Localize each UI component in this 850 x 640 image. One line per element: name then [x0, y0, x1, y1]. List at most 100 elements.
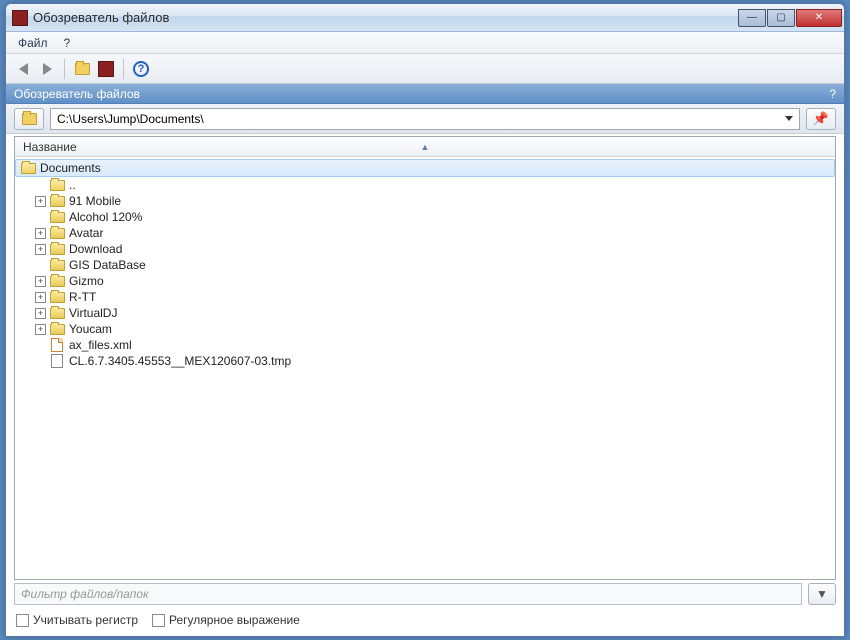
- tree-file[interactable]: CL.6.7.3405.45553__MEX120607-03.tmp: [15, 353, 835, 369]
- maximize-button[interactable]: ▢: [767, 9, 795, 27]
- folder-icon: [49, 258, 65, 272]
- folder-icon: [49, 290, 65, 304]
- file-tree: Documents ..+91 MobileAlcohol 120%+Avata…: [15, 157, 835, 579]
- tree-item-label: VirtualDJ: [69, 306, 117, 320]
- tree-item-label: CL.6.7.3405.45553__MEX120607-03.tmp: [69, 354, 291, 368]
- expander-icon[interactable]: +: [35, 228, 46, 239]
- tree-root-label: Documents: [40, 161, 101, 175]
- filter-button[interactable]: ▼: [808, 583, 836, 605]
- expander-icon: [35, 356, 46, 367]
- filter-options: Учитывать регистр Регулярное выражение: [14, 610, 836, 630]
- nav-forward-button[interactable]: [36, 58, 58, 80]
- expander-icon: [35, 180, 46, 191]
- panel-header: Обозреватель файлов ?: [6, 84, 844, 104]
- expander-icon: [35, 340, 46, 351]
- funnel-icon: ▼: [816, 587, 828, 601]
- toolbar: ?: [6, 54, 844, 84]
- app-tool-icon: [98, 61, 114, 77]
- tree-file[interactable]: ax_files.xml: [15, 337, 835, 353]
- folder-icon: [49, 274, 65, 288]
- folder-icon: [49, 210, 65, 224]
- sort-indicator-icon: ▲: [421, 142, 430, 152]
- filter-input[interactable]: Фильтр файлов/папок: [14, 583, 802, 605]
- case-label: Учитывать регистр: [33, 613, 138, 627]
- tree-folder[interactable]: Alcohol 120%: [15, 209, 835, 225]
- file-browser-window: Обозреватель файлов — ▢ ✕ Файл ? ? Обозр…: [5, 3, 845, 637]
- help-icon: ?: [133, 61, 149, 77]
- menu-help[interactable]: ?: [58, 34, 77, 52]
- tree-folder[interactable]: +91 Mobile: [15, 193, 835, 209]
- folder-icon: [49, 194, 65, 208]
- folder-icon: [49, 306, 65, 320]
- panel-title: Обозреватель файлов: [14, 87, 140, 101]
- tree-folder[interactable]: + Download: [15, 241, 835, 257]
- menu-file[interactable]: Файл: [12, 34, 54, 52]
- arrow-left-icon: [19, 63, 28, 75]
- tree-item-label: Alcohol 120%: [69, 210, 142, 224]
- expander-icon[interactable]: +: [35, 276, 46, 287]
- folder-icon: [49, 178, 65, 192]
- toolbar-separator: [64, 59, 65, 79]
- column-header-name[interactable]: Название ▲: [15, 137, 835, 157]
- folder-icon: [75, 63, 90, 75]
- checkbox-icon: [152, 614, 165, 627]
- column-header-label: Название: [23, 140, 77, 154]
- filter-bar: Фильтр файлов/папок ▼: [14, 582, 836, 606]
- pin-icon: 📌: [813, 111, 829, 127]
- folder-open-icon: [20, 161, 36, 175]
- toolbar-separator: [123, 59, 124, 79]
- expander-icon[interactable]: +: [35, 196, 46, 207]
- folder-icon: [49, 322, 65, 336]
- app-icon: [12, 10, 28, 26]
- expander-icon[interactable]: +: [35, 244, 46, 255]
- tree-item-label: ax_files.xml: [69, 338, 132, 352]
- expander-icon[interactable]: +: [35, 324, 46, 335]
- file-list-panel: Название ▲ Documents ..+91 MobileAlcohol…: [14, 136, 836, 580]
- tree-item-label: ..: [69, 178, 76, 192]
- expander-icon[interactable]: +: [35, 292, 46, 303]
- arrow-right-icon: [43, 63, 52, 75]
- nav-back-button[interactable]: [12, 58, 34, 80]
- tree-item-label: Download: [69, 242, 122, 256]
- window-title: Обозреватель файлов: [33, 10, 738, 25]
- tree-item-label: 91 Mobile: [69, 194, 121, 208]
- tree-folder[interactable]: + VirtualDJ: [15, 305, 835, 321]
- tree-item-label: Youcam: [69, 322, 112, 336]
- expander-icon: [35, 260, 46, 271]
- minimize-button[interactable]: —: [738, 9, 766, 27]
- file-icon: [49, 354, 65, 368]
- tree-folder[interactable]: + Youcam: [15, 321, 835, 337]
- open-folder-button[interactable]: [71, 58, 93, 80]
- expander-icon: [35, 212, 46, 223]
- expander-icon[interactable]: +: [35, 308, 46, 319]
- tree-folder[interactable]: + Avatar: [15, 225, 835, 241]
- path-input[interactable]: [57, 112, 785, 126]
- path-bar: 📌: [6, 104, 844, 134]
- titlebar: Обозреватель файлов — ▢ ✕: [6, 4, 844, 32]
- path-folder-button[interactable]: [14, 108, 44, 130]
- folder-icon: [22, 113, 37, 125]
- tree-folder[interactable]: GIS DataBase: [15, 257, 835, 273]
- app-toolbar-button[interactable]: [95, 58, 117, 80]
- tree-item-label: Gizmo: [69, 274, 104, 288]
- tree-item-label: R-TT: [69, 290, 96, 304]
- folder-icon: [49, 226, 65, 240]
- tree-item-label: Avatar: [69, 226, 103, 240]
- menubar: Файл ?: [6, 32, 844, 54]
- tree-folder[interactable]: + R-TT: [15, 289, 835, 305]
- checkbox-icon: [16, 614, 29, 627]
- help-button[interactable]: ?: [130, 58, 152, 80]
- path-dropdown-icon[interactable]: [785, 116, 793, 121]
- tree-root[interactable]: Documents: [15, 159, 835, 177]
- case-sensitive-checkbox[interactable]: Учитывать регистр: [16, 613, 138, 627]
- tree-folder[interactable]: ..: [15, 177, 835, 193]
- close-button[interactable]: ✕: [796, 9, 842, 27]
- regex-label: Регулярное выражение: [169, 613, 300, 627]
- xml-file-icon: [49, 338, 65, 352]
- panel-help[interactable]: ?: [829, 87, 836, 101]
- tree-folder[interactable]: + Gizmo: [15, 273, 835, 289]
- regex-checkbox[interactable]: Регулярное выражение: [152, 613, 300, 627]
- window-controls: — ▢ ✕: [738, 9, 842, 27]
- folder-icon: [49, 242, 65, 256]
- pin-button[interactable]: 📌: [806, 108, 836, 130]
